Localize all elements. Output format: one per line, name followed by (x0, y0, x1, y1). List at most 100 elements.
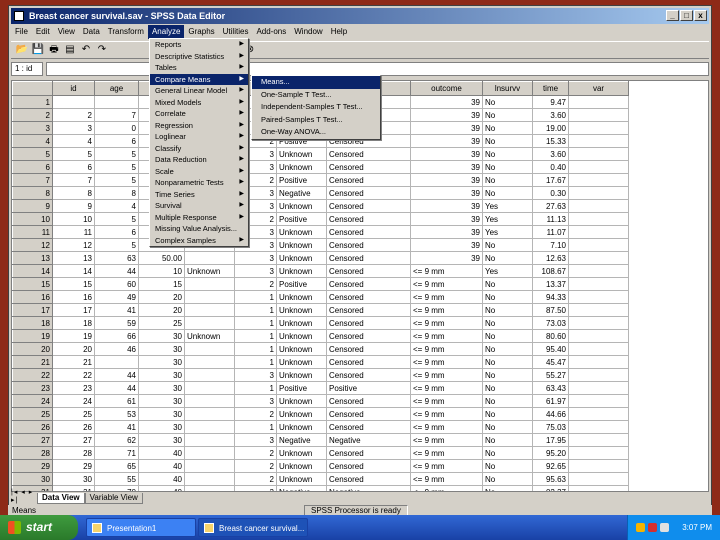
data-cell[interactable]: 44 (94, 264, 139, 278)
data-cell[interactable]: No (482, 355, 533, 369)
column-header[interactable] (12, 81, 53, 96)
data-cell[interactable]: Censored (326, 173, 411, 187)
data-cell[interactable]: 39 (410, 95, 483, 109)
data-cell[interactable]: Censored (326, 394, 411, 408)
data-cell[interactable]: No (482, 303, 533, 317)
data-cell[interactable]: Unknown (184, 264, 235, 278)
menu-data[interactable]: Data (79, 25, 104, 39)
undo-icon[interactable]: ↶ (79, 43, 93, 57)
data-cell[interactable] (568, 238, 629, 252)
data-cell[interactable]: 8 (52, 186, 95, 200)
data-cell[interactable]: 1 (234, 342, 277, 356)
row-header[interactable]: 21 (12, 355, 53, 369)
tray-icon-1[interactable] (636, 523, 645, 532)
data-cell[interactable]: 30 (138, 342, 185, 356)
data-cell[interactable]: Unknown (276, 446, 327, 460)
data-cell[interactable]: 3 (234, 394, 277, 408)
data-cell[interactable]: Unknown (276, 251, 327, 265)
menu-help[interactable]: Help (327, 25, 351, 39)
row-header[interactable]: 17 (12, 303, 53, 317)
data-cell[interactable]: <= 9 mm (410, 394, 483, 408)
data-cell[interactable]: Censored (326, 186, 411, 200)
data-cell[interactable]: 30 (52, 472, 95, 486)
data-cell[interactable] (568, 472, 629, 486)
data-cell[interactable]: 50.00 (138, 251, 185, 265)
data-cell[interactable]: 7 (94, 108, 139, 122)
data-cell[interactable]: 39 (410, 225, 483, 239)
data-cell[interactable]: 7 (52, 173, 95, 187)
data-cell[interactable]: Censored (326, 368, 411, 382)
data-cell[interactable]: 59 (94, 316, 139, 330)
data-cell[interactable] (94, 355, 139, 369)
data-cell[interactable] (568, 121, 629, 135)
data-cell[interactable]: 7.10 (532, 238, 569, 252)
row-header[interactable]: 7 (12, 173, 53, 187)
data-cell[interactable]: 66 (94, 329, 139, 343)
data-cell[interactable]: Censored (326, 355, 411, 369)
data-cell[interactable]: 15 (52, 277, 95, 291)
data-cell[interactable]: Censored (326, 329, 411, 343)
data-cell[interactable]: 5 (94, 212, 139, 226)
data-cell[interactable]: 62 (94, 433, 139, 447)
data-cell[interactable]: No (482, 459, 533, 473)
data-cell[interactable]: 39 (410, 186, 483, 200)
data-cell[interactable]: 30 (138, 368, 185, 382)
data-cell[interactable]: 95.40 (532, 342, 569, 356)
menu-item-scale[interactable]: Scale ▶ (150, 166, 248, 178)
data-cell[interactable] (184, 290, 235, 304)
data-cell[interactable]: 2 (52, 108, 95, 122)
data-cell[interactable] (184, 277, 235, 291)
data-cell[interactable] (184, 407, 235, 421)
data-cell[interactable]: 20 (138, 290, 185, 304)
data-cell[interactable]: Censored (326, 212, 411, 226)
data-cell[interactable]: No (482, 394, 533, 408)
data-cell[interactable] (568, 186, 629, 200)
data-cell[interactable]: Unknown (276, 316, 327, 330)
data-cell[interactable]: No (482, 173, 533, 187)
data-cell[interactable]: 63 (94, 251, 139, 265)
row-header[interactable]: 3 (12, 121, 53, 135)
data-cell[interactable]: Positive (276, 212, 327, 226)
column-header[interactable]: outcome (410, 81, 483, 96)
data-cell[interactable]: <= 9 mm (410, 290, 483, 304)
row-header[interactable]: 24 (12, 394, 53, 408)
data-cell[interactable]: 3 (234, 264, 277, 278)
data-cell[interactable]: Censored (326, 199, 411, 213)
menu-item-nonparametric-tests[interactable]: Nonparametric Tests ▶ (150, 177, 248, 189)
row-header[interactable]: 18 (12, 316, 53, 330)
title-bar[interactable]: Breast cancer survival.sav - SPSS Data E… (11, 8, 709, 24)
data-cell[interactable]: 16 (52, 290, 95, 304)
row-header[interactable]: 12 (12, 238, 53, 252)
data-cell[interactable]: No (482, 121, 533, 135)
row-header[interactable]: 5 (12, 147, 53, 161)
data-cell[interactable]: 12.63 (532, 251, 569, 265)
data-cell[interactable] (568, 394, 629, 408)
row-header[interactable]: 25 (12, 407, 53, 421)
submenu-item-paired-samples-t-test[interactable]: Paired-Samples T Test... (252, 114, 380, 127)
data-cell[interactable]: Censored (326, 316, 411, 330)
data-cell[interactable] (184, 303, 235, 317)
data-cell[interactable] (184, 355, 235, 369)
data-cell[interactable] (568, 108, 629, 122)
tray-icon-3[interactable] (660, 523, 669, 532)
data-cell[interactable] (568, 134, 629, 148)
data-cell[interactable]: 10 (138, 264, 185, 278)
data-cell[interactable]: 87.50 (532, 303, 569, 317)
menu-item-general-linear-model[interactable]: General Linear Model ▶ (150, 85, 248, 97)
data-cell[interactable]: 6 (52, 160, 95, 174)
row-header[interactable]: 9 (12, 199, 53, 213)
data-cell[interactable]: 02.37 (532, 485, 569, 491)
data-cell[interactable]: 3.60 (532, 147, 569, 161)
data-cell[interactable]: 1 (234, 381, 277, 395)
data-cell[interactable]: 75.03 (532, 420, 569, 434)
data-cell[interactable]: 49 (94, 290, 139, 304)
data-cell[interactable]: Unknown (276, 368, 327, 382)
data-cell[interactable]: 24 (52, 394, 95, 408)
menu-utilities[interactable]: Utilities (219, 25, 253, 39)
data-cell[interactable]: No (482, 485, 533, 491)
data-cell[interactable]: 40 (138, 485, 185, 491)
data-cell[interactable]: 40 (138, 472, 185, 486)
data-cell[interactable] (568, 316, 629, 330)
menu-item-classify[interactable]: Classify ▶ (150, 143, 248, 155)
data-cell[interactable]: 39 (410, 173, 483, 187)
